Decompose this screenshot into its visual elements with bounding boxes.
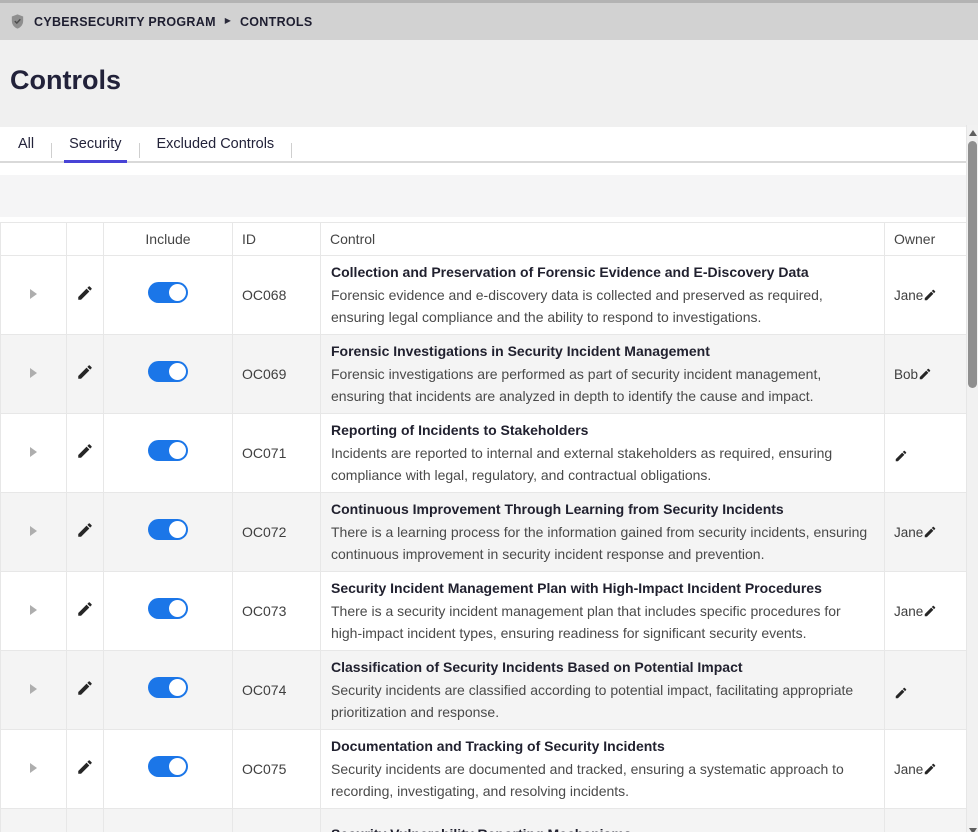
tab-security[interactable]: Security bbox=[52, 127, 138, 161]
table-row: OC071 Reporting of Incidents to Stakehol… bbox=[1, 414, 967, 493]
control-description: Forensic investigations are performed as… bbox=[331, 364, 874, 407]
owner-edit-icon[interactable] bbox=[918, 367, 932, 381]
expand-row-icon[interactable] bbox=[30, 447, 37, 457]
expand-row-icon[interactable] bbox=[30, 526, 37, 536]
toggle-knob bbox=[169, 284, 186, 301]
toggle-knob bbox=[169, 758, 186, 775]
control-id: OC072 bbox=[233, 493, 321, 572]
control-id: OC074 bbox=[233, 651, 321, 730]
control-description: Incidents are reported to internal and e… bbox=[331, 443, 874, 486]
include-toggle[interactable] bbox=[148, 282, 188, 303]
control-description: There is a security incident management … bbox=[331, 601, 874, 644]
include-toggle[interactable] bbox=[148, 361, 188, 382]
control-title: Continuous Improvement Through Learning … bbox=[331, 499, 874, 519]
toggle-knob bbox=[169, 679, 186, 696]
control-id: OC071 bbox=[233, 414, 321, 493]
owner-edit-icon[interactable] bbox=[894, 449, 908, 463]
breadcrumb-current-page: CONTROLS bbox=[240, 15, 313, 29]
owner-name: Bob bbox=[894, 367, 918, 382]
control-description: There is a learning process for the info… bbox=[331, 522, 874, 565]
owner-name: Jane bbox=[894, 288, 923, 303]
toggle-knob bbox=[169, 442, 186, 459]
owner-name: Jane bbox=[894, 525, 923, 540]
edit-control-icon[interactable] bbox=[76, 284, 94, 302]
filter-panel bbox=[0, 175, 966, 217]
include-toggle[interactable] bbox=[148, 519, 188, 540]
control-description: Security incidents are documented and tr… bbox=[331, 759, 874, 802]
vertical-scrollbar[interactable] bbox=[966, 125, 978, 832]
include-toggle[interactable] bbox=[148, 440, 188, 461]
include-toggle[interactable] bbox=[148, 756, 188, 777]
owner-edit-icon[interactable] bbox=[894, 686, 908, 700]
header-expand bbox=[1, 223, 67, 256]
control-title: Security Incident Management Plan with H… bbox=[331, 578, 874, 598]
breadcrumb-separator-icon: ▶ bbox=[225, 16, 231, 25]
shield-check-icon bbox=[9, 13, 26, 30]
control-title: Collection and Preservation of Forensic … bbox=[331, 262, 874, 282]
header-include[interactable]: Include bbox=[104, 223, 233, 256]
include-toggle[interactable] bbox=[148, 598, 188, 619]
table-row: OC074 Classification of Security Inciden… bbox=[1, 651, 967, 730]
control-title: Classification of Security Incidents Bas… bbox=[331, 657, 874, 677]
owner-name: Jane bbox=[894, 604, 923, 619]
table-row: OC072 Continuous Improvement Through Lea… bbox=[1, 493, 967, 572]
scrollbar-down-arrow-icon[interactable] bbox=[969, 828, 977, 832]
expand-row-icon[interactable] bbox=[30, 684, 37, 694]
control-id: OC073 bbox=[233, 572, 321, 651]
header-control[interactable]: Control bbox=[321, 223, 885, 256]
scrollbar-up-arrow-icon[interactable] bbox=[969, 130, 977, 136]
breadcrumb: CYBERSECURITY PROGRAM ▶ CONTROLS bbox=[0, 0, 978, 40]
tab-bar: All Security Excluded Controls bbox=[0, 127, 966, 163]
expand-row-icon[interactable] bbox=[30, 605, 37, 615]
controls-table: Include ID Control Owner OC068 Collectio… bbox=[0, 222, 967, 832]
control-id: OC069 bbox=[233, 335, 321, 414]
tab-all[interactable]: All bbox=[1, 127, 51, 161]
edit-control-icon[interactable] bbox=[76, 758, 94, 776]
page-title: Controls bbox=[0, 40, 978, 96]
tab-divider bbox=[291, 143, 292, 158]
edit-control-icon[interactable] bbox=[76, 679, 94, 697]
expand-row-icon[interactable] bbox=[30, 289, 37, 299]
edit-control-icon[interactable] bbox=[76, 363, 94, 381]
owner-edit-icon[interactable] bbox=[923, 762, 937, 776]
control-title: Forensic Investigations in Security Inci… bbox=[331, 341, 874, 361]
edit-control-icon[interactable] bbox=[76, 600, 94, 618]
expand-row-icon[interactable] bbox=[30, 763, 37, 773]
header-id[interactable]: ID bbox=[233, 223, 321, 256]
edit-control-icon[interactable] bbox=[76, 521, 94, 539]
control-title: Reporting of Incidents to Stakeholders bbox=[331, 420, 874, 440]
breadcrumb-program[interactable]: CYBERSECURITY PROGRAM bbox=[34, 15, 216, 29]
owner-edit-icon[interactable] bbox=[923, 288, 937, 302]
control-id: OC068 bbox=[233, 256, 321, 335]
edit-control-icon[interactable] bbox=[76, 442, 94, 460]
include-toggle[interactable] bbox=[148, 677, 188, 698]
table-row: OC073 Security Incident Management Plan … bbox=[1, 572, 967, 651]
owner-edit-icon[interactable] bbox=[923, 604, 937, 618]
table-row: OC068 Collection and Preservation of For… bbox=[1, 256, 967, 335]
control-id: OC077 bbox=[233, 809, 321, 832]
header-edit bbox=[67, 223, 104, 256]
scrollbar-thumb[interactable] bbox=[968, 141, 977, 388]
owner-name: Jane bbox=[894, 762, 923, 777]
control-description: Security incidents are classified accord… bbox=[331, 680, 874, 723]
table-row: OC077 Security Vulnerability Reporting M… bbox=[1, 809, 967, 832]
page-header: Controls bbox=[0, 40, 978, 127]
toggle-knob bbox=[169, 521, 186, 538]
table-header-row: Include ID Control Owner bbox=[1, 223, 967, 256]
controls-page: CYBERSECURITY PROGRAM ▶ CONTROLS Control… bbox=[0, 0, 978, 832]
owner-edit-icon[interactable] bbox=[923, 525, 937, 539]
control-description: Forensic evidence and e-discovery data i… bbox=[331, 285, 874, 328]
control-title: Security Vulnerability Reporting Mechani… bbox=[331, 824, 874, 832]
table-row: OC075 Documentation and Tracking of Secu… bbox=[1, 730, 967, 809]
table-row: OC069 Forensic Investigations in Securit… bbox=[1, 335, 967, 414]
tab-excluded-controls[interactable]: Excluded Controls bbox=[140, 127, 292, 161]
toggle-knob bbox=[169, 363, 186, 380]
toggle-knob bbox=[169, 600, 186, 617]
expand-row-icon[interactable] bbox=[30, 368, 37, 378]
control-title: Documentation and Tracking of Security I… bbox=[331, 736, 874, 756]
control-id: OC075 bbox=[233, 730, 321, 809]
header-owner[interactable]: Owner bbox=[885, 223, 967, 256]
